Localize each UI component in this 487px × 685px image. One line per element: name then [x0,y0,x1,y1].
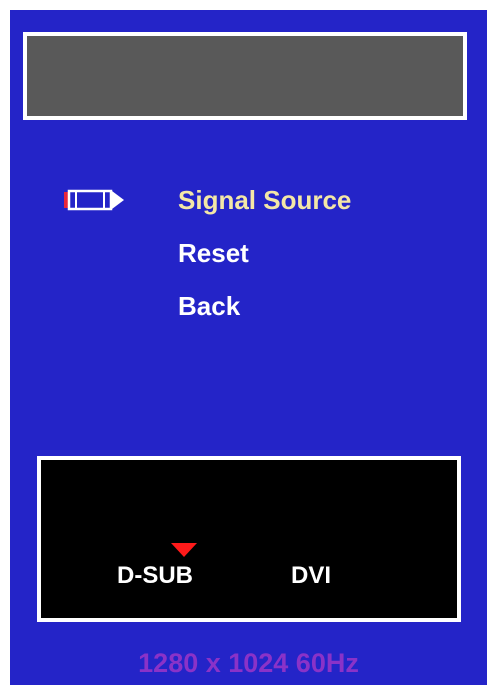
red-triangle-down-icon [171,543,197,557]
signal-source-box: D-SUB DVI [37,456,461,622]
resolution-status: 1280 x 1024 60Hz [138,648,359,678]
menu-item-reset[interactable]: Reset [178,238,249,268]
menu-item-back[interactable]: Back [178,291,240,321]
source-option-dvi[interactable]: DVI [291,562,331,590]
pencil-pointer-icon [64,189,124,211]
osd-panel: Signal Source Reset Back D-SUB DVI 1280 … [10,10,487,685]
osd-title-box [23,32,467,120]
menu-item-signal-source[interactable]: Signal Source [178,185,351,215]
source-option-dsub[interactable]: D-SUB [117,562,193,590]
